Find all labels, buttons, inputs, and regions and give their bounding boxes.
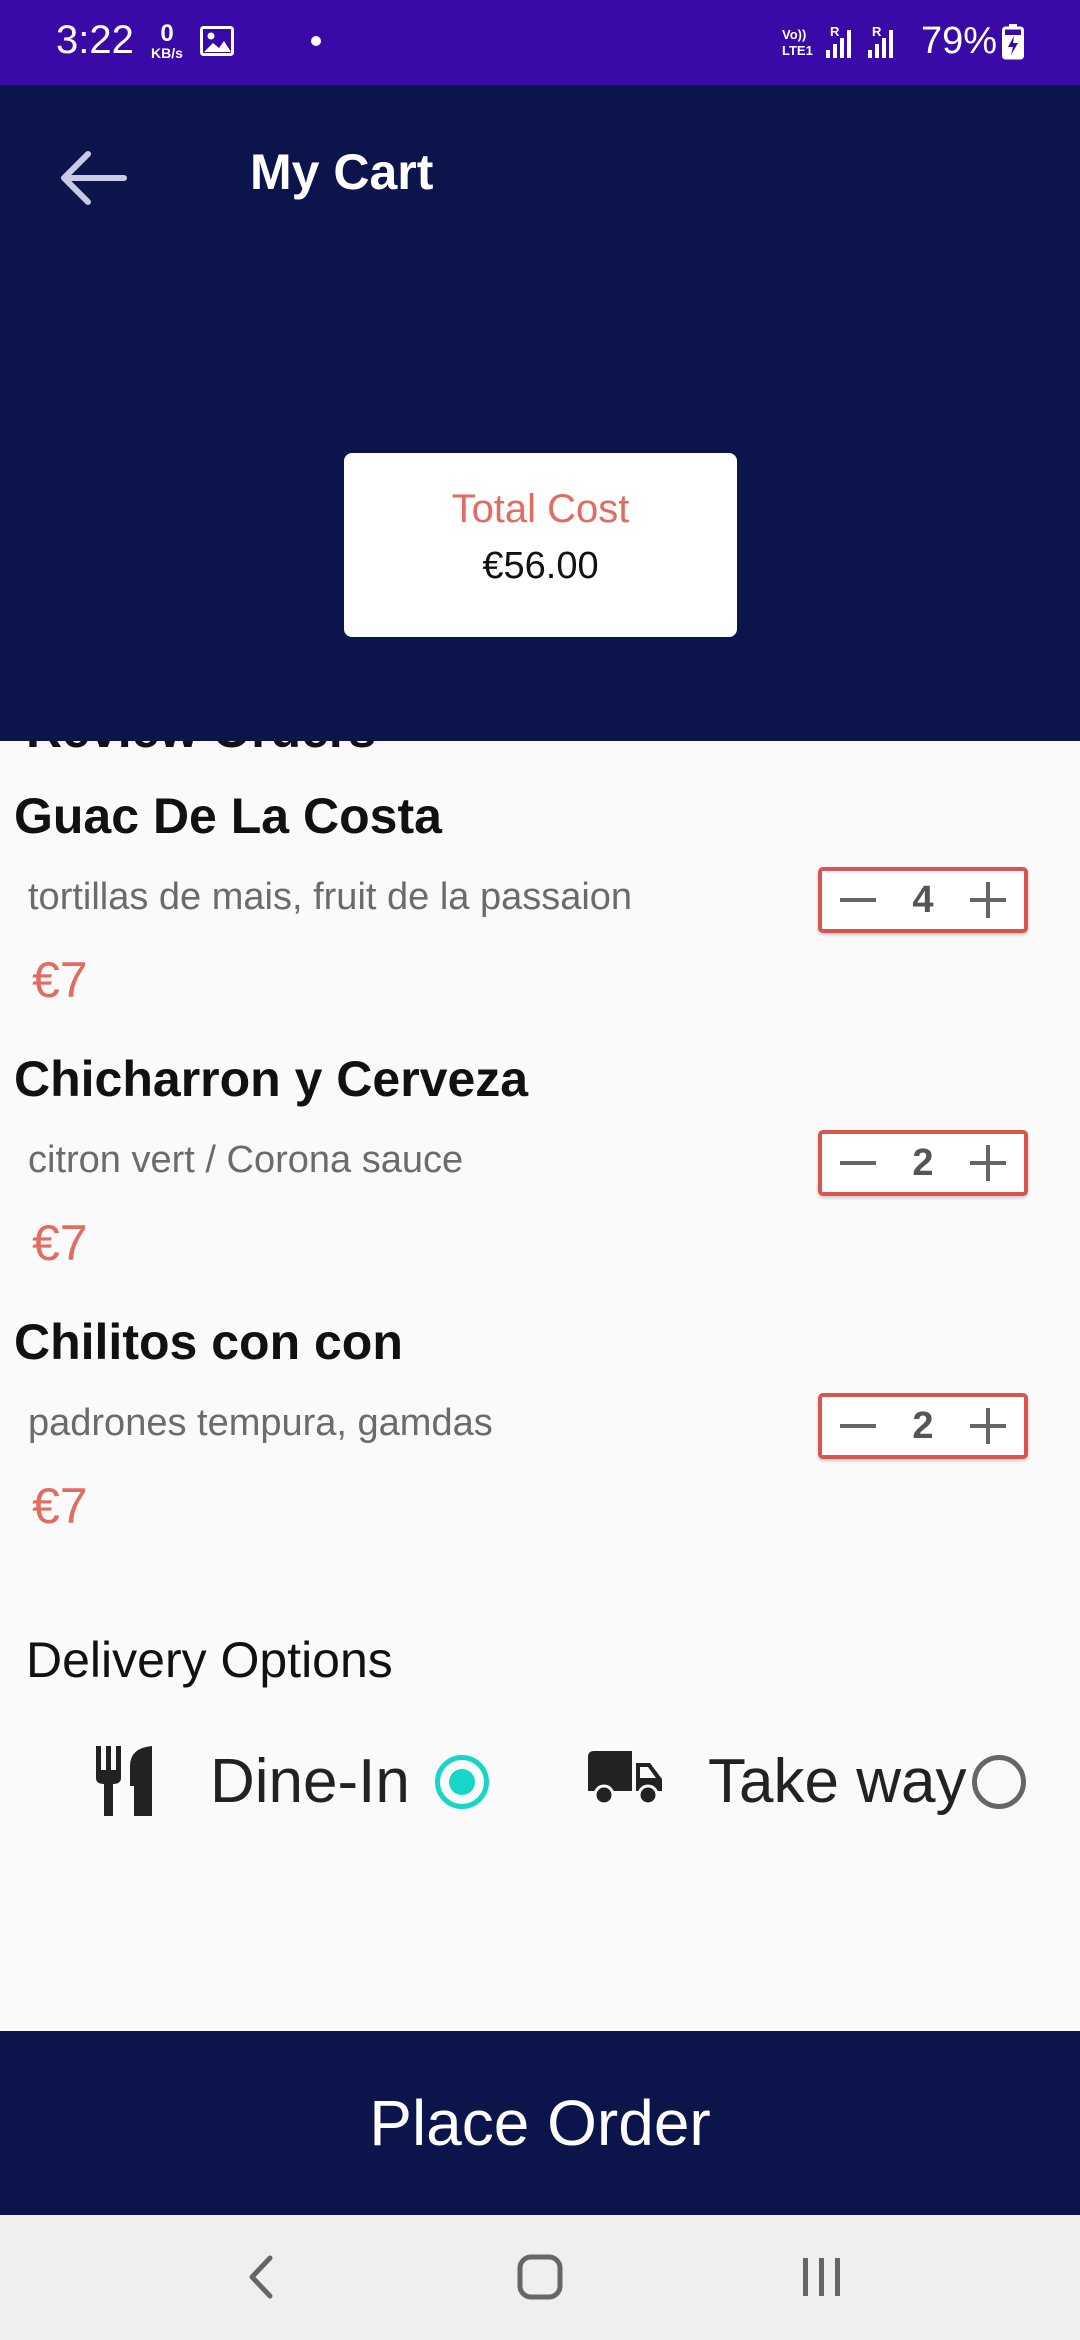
item-price: €7 [32,1478,88,1534]
item-description: padrones tempura, gamdas [28,1402,493,1444]
arrow-left-icon [61,151,127,205]
item-description: tortillas de mais, fruit de la passaion [28,876,633,918]
total-cost-value: €56.00 [482,545,599,587]
net-speed-unit: KB/s [151,45,183,61]
nav-back-button[interactable] [220,2245,300,2309]
home-square-icon [517,2254,563,2300]
quantity-stepper: 4 [818,867,1028,933]
total-cost-card: Total Cost €56.00 [344,453,737,637]
status-bar: 3:22 0 KB/s Vo)) LTE1 R R 79% [0,0,1080,85]
dine-in-radio[interactable] [435,1755,489,1809]
quantity-value: 2 [912,1404,934,1447]
minus-icon [840,1161,876,1165]
decrease-button[interactable] [836,878,880,922]
battery-charging-icon [1002,24,1024,65]
plus-icon [969,1145,1006,1181]
signal-icon: Vo)) LTE1 R R [782,22,902,67]
back-button[interactable] [50,143,134,213]
list-item: Chicharron y Cerveza citron vert / Coron… [0,1004,1080,1271]
dine-in-label: Dine-In [210,1747,410,1816]
fork-knife-icon [94,1746,158,1821]
item-name: Guac De La Costa [14,788,442,844]
plus-icon [969,882,1006,918]
increase-button[interactable] [966,1141,1010,1185]
item-description: citron vert / Corona sauce [28,1139,464,1181]
status-time: 3:22 [56,18,134,62]
minus-icon [840,898,876,902]
take-away-radio[interactable] [972,1755,1026,1809]
order-list[interactable]: Review Orders Guac De La Costa tortillas… [0,741,1080,2031]
quantity-stepper: 2 [818,1130,1028,1196]
decrease-button[interactable] [836,1141,880,1185]
battery-percent: 79% [921,20,998,62]
item-price: €7 [32,952,88,1008]
list-item: Chilitos con con padrones tempura, gamda… [0,1267,1080,1534]
nav-recents-button[interactable] [782,2245,862,2309]
take-away-label: Take way [708,1747,967,1816]
chevron-left-icon [249,2255,273,2299]
total-cost-label: Total Cost [451,487,630,531]
minus-icon [840,1424,876,1428]
delivery-options-title: Delivery Options [26,1632,393,1688]
quantity-value: 4 [912,878,934,921]
system-nav-bar [0,2215,1080,2340]
quantity-value: 2 [912,1141,934,1184]
page-title: My Cart [250,144,434,200]
net-speed-value: 0 [160,20,174,47]
place-order-button[interactable]: Place Order [0,2031,1080,2215]
increase-button[interactable] [966,1404,1010,1448]
item-name: Chicharron y Cerveza [14,1051,529,1107]
net-speed-indicator: 0 KB/s [146,20,188,61]
image-notification-icon [200,26,234,61]
list-item: Guac De La Costa tortillas de mais, frui… [0,741,1080,1008]
increase-button[interactable] [966,878,1010,922]
truck-icon [588,1751,662,1812]
item-name: Chilitos con con [14,1314,403,1370]
plus-icon [969,1408,1006,1444]
recents-icon [803,2258,840,2296]
item-price: €7 [32,1215,88,1271]
decrease-button[interactable] [836,1404,880,1448]
cart-header: My Cart Total Cost €56.00 [0,85,1080,741]
svg-text:LTE1: LTE1 [782,43,813,58]
notification-dot-icon [311,36,321,46]
nav-home-button[interactable] [500,2245,580,2309]
svg-text:R: R [830,24,840,39]
quantity-stepper: 2 [818,1393,1028,1459]
svg-text:R: R [872,24,882,39]
svg-text:Vo)): Vo)) [782,27,806,42]
